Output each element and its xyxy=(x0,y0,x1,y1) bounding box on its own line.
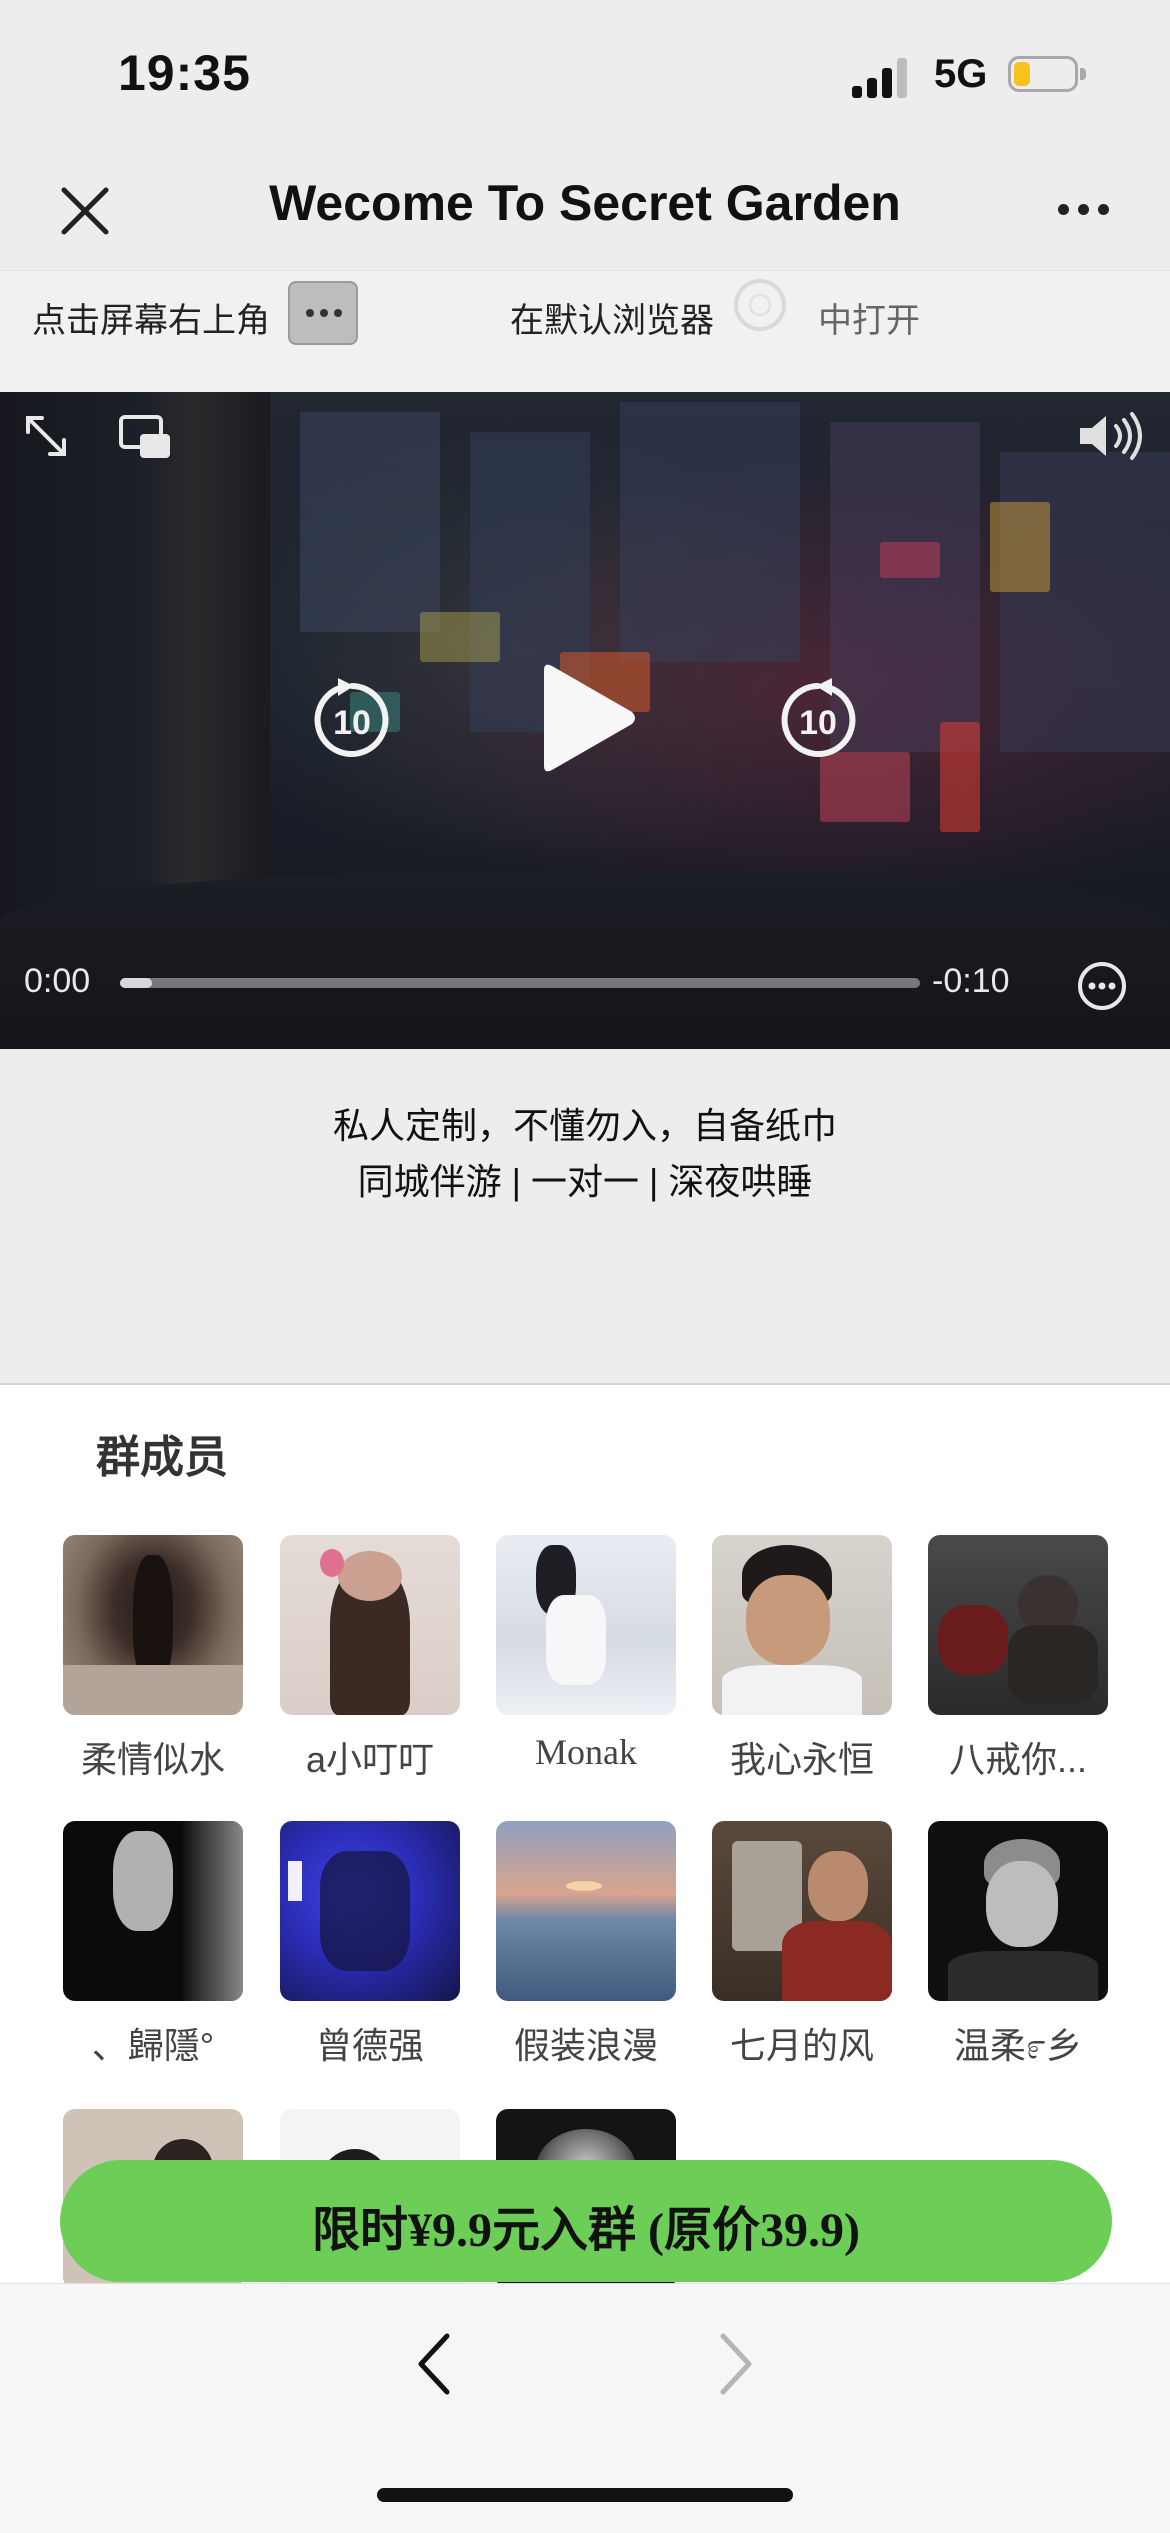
member-avatar xyxy=(712,1535,892,1715)
members-panel: 群成员 柔情似水 a小叮叮 Monak 我心永恒 八戒你... 、歸隱° 曾德强… xyxy=(0,1383,1170,2289)
member-name: 我心永恒 xyxy=(729,1739,874,1780)
status-time: 19:35 xyxy=(118,45,251,101)
description: 私人定制，不懂勿入，自备纸巾 同城伴游 | 一对一 | 深夜哄睡 xyxy=(0,1049,1170,1383)
member-avatar xyxy=(496,1535,676,1715)
back-button[interactable] xyxy=(405,2324,465,2404)
picture-in-picture-icon xyxy=(119,415,170,458)
close-icon xyxy=(61,187,109,235)
progress-track[interactable] xyxy=(120,978,920,988)
close-button[interactable] xyxy=(50,176,120,246)
description-line-2: 同城伴游 | 一对一 | 深夜哄睡 xyxy=(357,1161,813,1202)
hint-text-1: 点击屏幕右上角 xyxy=(32,302,270,340)
member-name: 温柔೯乡 xyxy=(953,2025,1083,2066)
rewind-seconds: 10 xyxy=(333,704,371,742)
member-name: 柔情似水 xyxy=(80,1739,225,1780)
hint-text-3: 中打开 xyxy=(818,302,920,340)
member-avatar xyxy=(496,1821,676,2001)
play-button[interactable] xyxy=(532,662,638,778)
network-label: 5G xyxy=(934,52,988,96)
join-button-label: 限时¥9.9元入群 (原价39.9) xyxy=(312,2204,860,2257)
member-avatar xyxy=(280,1535,460,1715)
member-name: 七月的风 xyxy=(729,2025,874,2066)
video-foreground-scenery xyxy=(0,872,1170,1049)
member-avatar xyxy=(63,1821,243,2001)
member-name: a小叮叮 xyxy=(305,1739,435,1780)
signal-icon xyxy=(852,58,916,98)
compass-icon xyxy=(732,277,788,333)
pip-button[interactable] xyxy=(118,414,172,464)
status-bar: 19:35 5G xyxy=(0,0,1170,150)
battery-icon xyxy=(1008,56,1088,96)
member-avatar xyxy=(63,1535,243,1715)
join-group-button[interactable]: 限时¥9.9元入群 (原价39.9) xyxy=(60,2160,1112,2282)
page-title: Wecome To Secret Garden xyxy=(269,175,901,231)
home-indicator xyxy=(377,2488,793,2502)
time-remaining: -0:10 xyxy=(932,962,1010,1000)
nav-bar: Wecome To Secret Garden xyxy=(0,150,1170,270)
volume-button[interactable] xyxy=(1076,410,1148,466)
member-avatar xyxy=(712,1821,892,2001)
video-options-button[interactable] xyxy=(1076,960,1128,1016)
options-icon xyxy=(1078,962,1126,1010)
members-title: 群成员 xyxy=(96,1433,228,1482)
member-avatar xyxy=(928,1535,1108,1715)
expand-icon xyxy=(26,416,66,456)
member-name: 曾德强 xyxy=(315,2025,424,2066)
forward-10-icon: 10 xyxy=(781,678,856,757)
hint-more-icon xyxy=(288,281,358,345)
progress-fill xyxy=(120,978,152,988)
chevron-left-icon xyxy=(418,2333,450,2395)
open-in-browser-hint: 点击屏幕右上角 在默认浏览器 中打开 xyxy=(0,270,1170,393)
rewind-10-icon: 10 xyxy=(314,678,389,757)
forward-button-nav[interactable] xyxy=(705,2324,765,2404)
member-name: 假装浪漫 xyxy=(513,2025,658,2066)
more-button[interactable] xyxy=(1050,190,1120,230)
chevron-right-icon xyxy=(720,2333,752,2395)
fullscreen-button[interactable] xyxy=(20,410,72,466)
forward-button[interactable]: 10 xyxy=(776,672,860,766)
member-name: 、歸隱° xyxy=(91,2025,215,2066)
hint-text-2: 在默认浏览器 xyxy=(510,302,714,340)
forward-seconds: 10 xyxy=(799,704,837,742)
time-elapsed: 0:00 xyxy=(24,962,91,1000)
play-icon xyxy=(544,664,635,772)
member-name: Monak xyxy=(535,1732,637,1772)
battery-fill xyxy=(1014,62,1030,86)
volume-icon xyxy=(1080,412,1142,460)
member-avatar xyxy=(280,1821,460,2001)
member-name: 八戒你... xyxy=(948,1739,1087,1780)
member-avatar xyxy=(928,1821,1108,2001)
description-line-1: 私人定制，不懂勿入，自备纸巾 xyxy=(332,1105,837,1146)
video-player[interactable]: 10 10 0:00 -0:10 xyxy=(0,392,1170,1049)
rewind-button[interactable]: 10 xyxy=(310,672,394,766)
